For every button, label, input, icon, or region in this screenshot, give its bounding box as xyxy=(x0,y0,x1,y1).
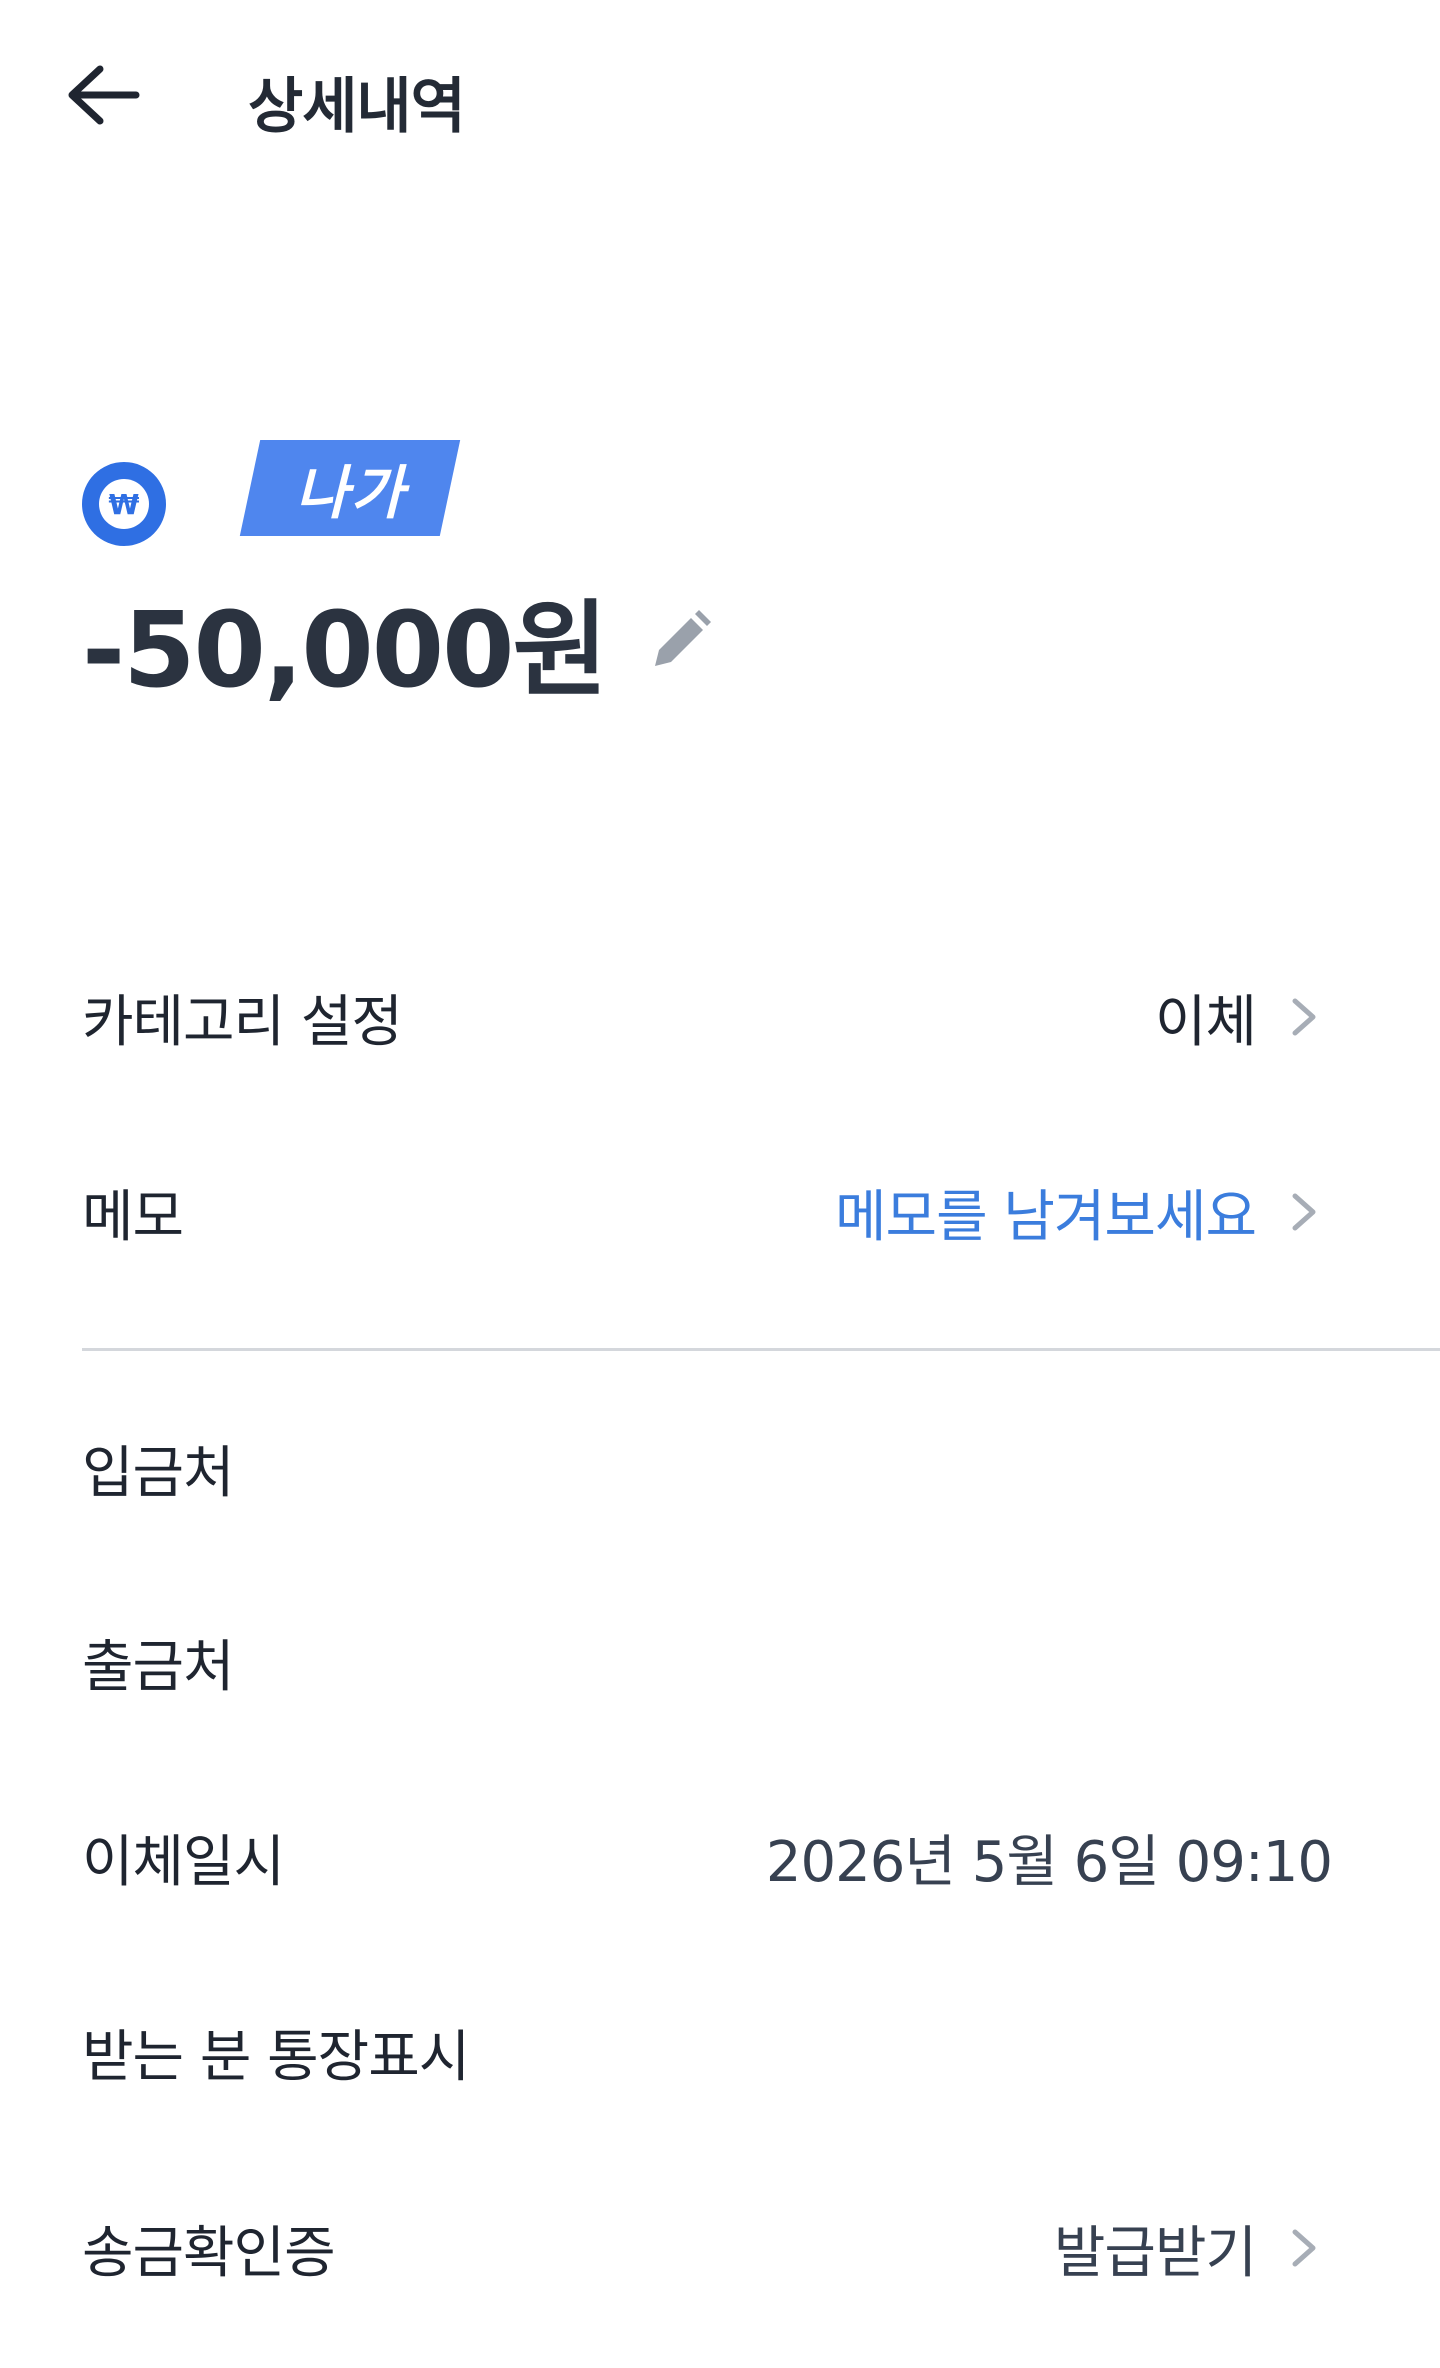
won-coin-icon: ₩ xyxy=(82,462,166,546)
chevron-right-icon xyxy=(1276,2220,1332,2276)
chevron-right-icon xyxy=(1276,989,1332,1045)
account-row: ₩ 나가 xyxy=(82,440,682,546)
recipient-display-label: 받는 분 통장표시 xyxy=(82,2024,470,2090)
deposit-to-row: 입금처 xyxy=(82,1418,1332,1518)
withdraw-from-row: 출금처 xyxy=(82,1612,1332,1712)
amount-row: -50,000원 xyxy=(82,570,716,711)
chevron-right-icon xyxy=(1276,1184,1332,1240)
transfer-datetime-label: 이체일시 xyxy=(82,1829,285,1895)
recipient-display-row: 받는 분 통장표시 xyxy=(82,2002,1332,2102)
deposit-to-label: 입금처 xyxy=(82,1440,235,1506)
memo-placeholder-link: 메모를 남겨보세요 xyxy=(835,1184,1257,1250)
category-value: 이체 xyxy=(1154,989,1257,1055)
transfer-datetime-row: 이체일시 2026년 5월 6일 09:10 xyxy=(82,1807,1333,1907)
memo-label: 메모 xyxy=(82,1184,184,1250)
pencil-icon xyxy=(655,610,712,666)
transfer-certificate-row[interactable]: 송금확인증 발급받기 xyxy=(82,2198,1332,2298)
page-title: 상세내역 xyxy=(248,72,466,142)
back-button[interactable] xyxy=(52,50,152,140)
memo-row[interactable]: 메모 메모를 남겨보세요 xyxy=(82,1162,1332,1262)
edit-amount-button[interactable] xyxy=(646,605,716,675)
arrow-left-icon xyxy=(68,65,140,125)
transaction-amount: -50,000원 xyxy=(82,588,608,711)
withdraw-from-label: 출금처 xyxy=(82,1634,235,1700)
account-badge-label: 나가 xyxy=(294,459,406,527)
header-bar: 상세내역 xyxy=(0,0,1440,190)
transfer-datetime-value: 2026년 5월 6일 09:10 xyxy=(765,1829,1333,1895)
category-label: 카테고리 설정 xyxy=(82,989,403,1055)
transfer-certificate-link: 발급받기 xyxy=(1053,2220,1257,2286)
account-badge: 나가 xyxy=(239,440,461,536)
transfer-certificate-label: 송금확인증 xyxy=(82,2220,336,2286)
category-row[interactable]: 카테고리 설정 이체 xyxy=(82,967,1332,1067)
section-divider xyxy=(82,1348,1440,1351)
